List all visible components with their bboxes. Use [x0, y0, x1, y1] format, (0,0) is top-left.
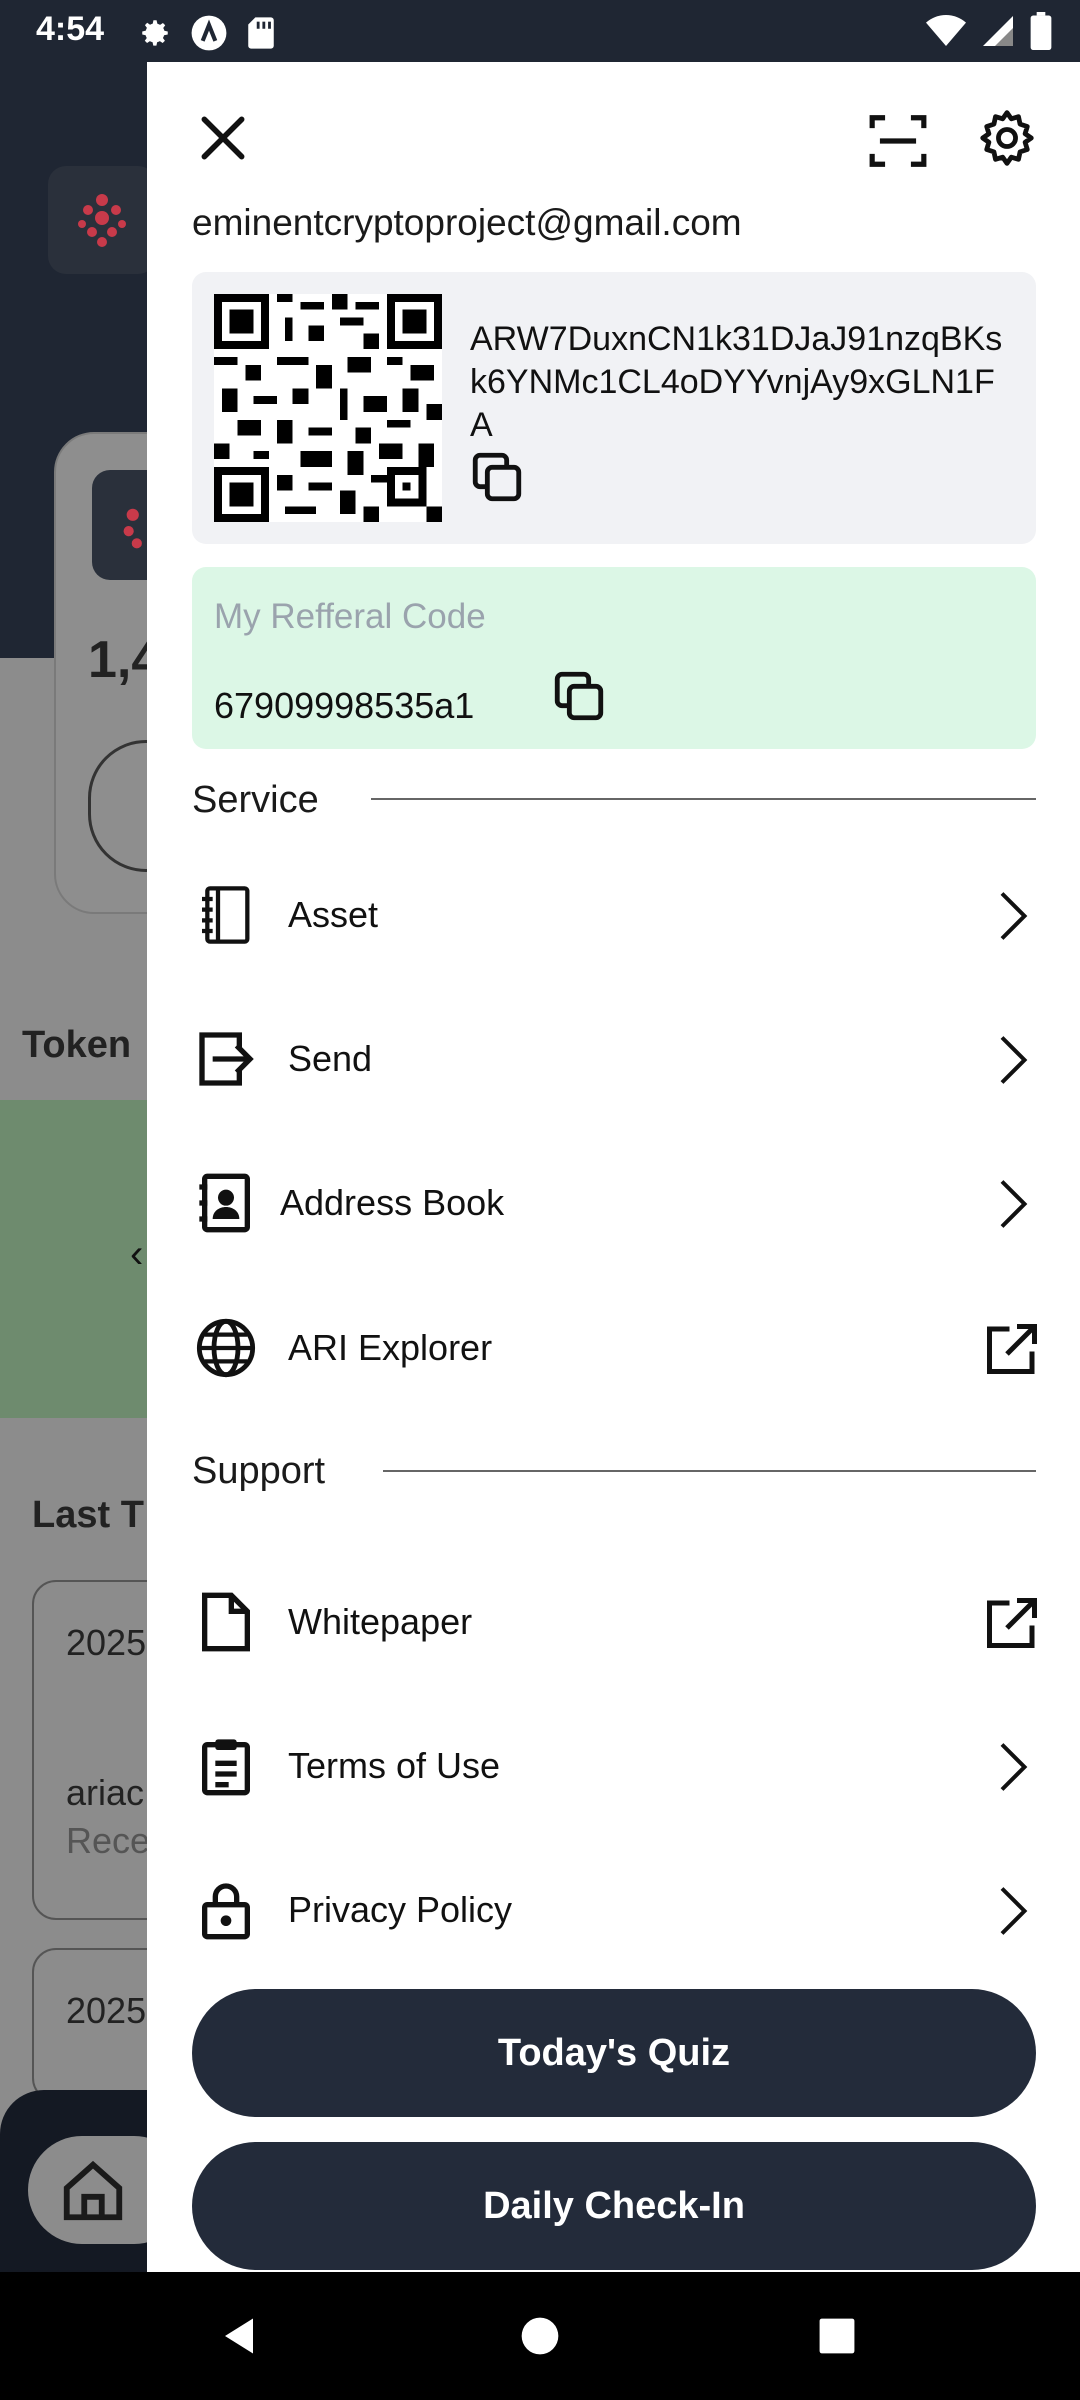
- bg-tx-from: ariac: [66, 1772, 145, 1813]
- qr-code: [214, 294, 442, 522]
- status-icons-left: [138, 14, 276, 52]
- qr-code-image: [214, 294, 442, 522]
- chevron-right-icon: [1000, 1887, 1028, 1935]
- bg-tx-type: Rece: [66, 1820, 151, 1861]
- globe-icon: [196, 1318, 256, 1378]
- menu-item-address-book[interactable]: Address Book: [192, 1148, 1042, 1258]
- menu-item-asset[interactable]: Asset: [192, 860, 1042, 970]
- status-icons-right: [926, 12, 1052, 50]
- scan-icon[interactable]: [867, 110, 929, 172]
- notebook-icon: [202, 886, 250, 944]
- daily-check-in-button[interactable]: Daily Check-In: [192, 2142, 1036, 2270]
- status-time: 4:54: [36, 10, 105, 48]
- menu-item-send[interactable]: Send: [192, 1004, 1042, 1114]
- close-icon[interactable]: [195, 110, 251, 166]
- external-link-icon: [987, 1324, 1037, 1374]
- wifi-icon: [926, 15, 966, 46]
- side-drawer: eminentcryptoproject@gmail.com ARW7DuxnC…: [147, 62, 1080, 2272]
- menu-item-label: Terms of Use: [288, 1745, 501, 1786]
- section-title-service: Service: [192, 779, 319, 821]
- menu-item-privacy-policy[interactable]: Privacy Policy: [192, 1855, 1042, 1965]
- home-icon[interactable]: [520, 2316, 560, 2356]
- menu-item-whitepaper[interactable]: Whitepaper: [192, 1567, 1042, 1677]
- menu-item-label: Send: [288, 1038, 373, 1079]
- chevron-right-icon: [1000, 1743, 1028, 1791]
- bg-tx-date: 2025: [66, 1990, 147, 2031]
- account-email: eminentcryptoproject@gmail.com: [192, 202, 742, 243]
- section-title-support: Support: [192, 1450, 326, 1492]
- bg-token-label: Token: [22, 1024, 132, 1066]
- app-a-icon: [191, 15, 227, 51]
- menu-item-ari-explorer[interactable]: ARI Explorer: [192, 1293, 1042, 1403]
- bg-tx-date: 2025: [66, 1622, 147, 1663]
- settings-icon: [142, 20, 168, 46]
- recents-icon[interactable]: [818, 2317, 856, 2355]
- copy-icon[interactable]: [468, 448, 526, 506]
- menu-item-label: Whitepaper: [288, 1601, 473, 1642]
- wallet-address: ARW7DuxnCN1k31DJaJ91nzqBKsk6YNMc1CL4oDYY…: [470, 320, 1003, 444]
- app-logo[interactable]: [48, 166, 156, 274]
- menu-item-label: Privacy Policy: [288, 1889, 513, 1930]
- chevron-left-icon: ‹: [130, 1232, 144, 1276]
- divider: [383, 1470, 1036, 1472]
- wallet-address-card: ARW7DuxnCN1k31DJaJ91nzqBKsk6YNMc1CL4oDYY…: [192, 272, 1036, 544]
- back-icon[interactable]: [218, 2314, 260, 2358]
- referral-card: My Refferal Code 67909998535a1: [192, 567, 1036, 749]
- battery-icon: [1030, 12, 1052, 50]
- referral-code: 67909998535a1: [214, 685, 475, 726]
- copy-icon[interactable]: [550, 667, 608, 725]
- menu-item-label: Asset: [288, 894, 379, 935]
- address-book-icon: [199, 1173, 250, 1233]
- system-nav-bar: [0, 2272, 1080, 2400]
- send-arrow-icon: [199, 1032, 254, 1086]
- referral-label: My Refferal Code: [214, 597, 486, 636]
- chevron-right-icon: [1000, 1180, 1028, 1228]
- menu-item-terms-of-use[interactable]: Terms of Use: [192, 1711, 1042, 1821]
- divider: [371, 798, 1036, 800]
- logo-icon: [78, 194, 126, 247]
- settings-icon[interactable]: [975, 106, 1039, 170]
- home-icon: [63, 2160, 123, 2221]
- chevron-right-icon: [1000, 1036, 1028, 1084]
- todays-quiz-button[interactable]: Today's Quiz: [192, 1989, 1036, 2117]
- clipboard-icon: [202, 1739, 250, 1796]
- sd-card-icon: [248, 17, 274, 49]
- signal-icon: [983, 16, 1013, 46]
- menu-item-label: Address Book: [280, 1182, 505, 1223]
- lock-icon: [202, 1883, 250, 1940]
- menu-item-label: ARI Explorer: [288, 1327, 493, 1368]
- bg-last-transactions: Last T: [32, 1494, 144, 1536]
- chevron-right-icon: [1000, 892, 1028, 940]
- document-icon: [202, 1592, 250, 1652]
- external-link-icon: [987, 1598, 1037, 1648]
- status-bar: 4:54: [0, 0, 1080, 62]
